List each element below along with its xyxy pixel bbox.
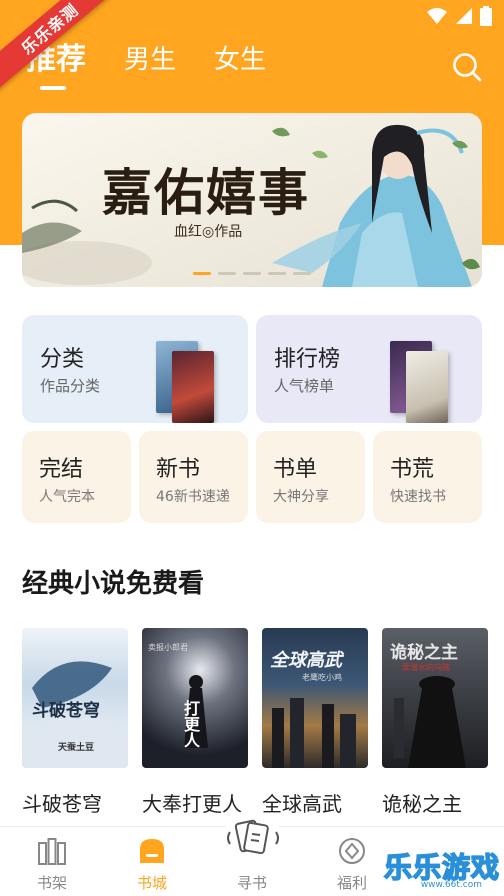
book-thumbnail bbox=[172, 351, 214, 423]
book-thumbnail bbox=[406, 351, 448, 423]
nav-bookstore[interactable]: 书城 bbox=[112, 827, 192, 896]
tab-male[interactable]: 男生 bbox=[124, 40, 176, 80]
finished-card[interactable]: 完结 人气完本 bbox=[22, 431, 131, 523]
benefit-icon bbox=[339, 838, 365, 864]
find-books-card[interactable]: 书荒 快速找书 bbox=[373, 431, 482, 523]
cards-icon bbox=[227, 819, 279, 855]
cover-author: 老鹰吃小鸡 bbox=[302, 673, 342, 682]
book-cover: 诡秘之主 爱潜水的乌贼 bbox=[382, 628, 488, 768]
card-subtitle: 人气完本 bbox=[39, 489, 95, 505]
book-title: 斗破苍穹 bbox=[22, 792, 102, 816]
nav-label: 书城 bbox=[136, 874, 167, 892]
app-screen: 推荐 男生 女生 乐乐亲测 嘉佑嬉事 血红◎作品 分类 作品分类 排行榜 人气榜… bbox=[0, 0, 504, 896]
indicator-dot bbox=[293, 272, 311, 275]
battery-icon bbox=[480, 6, 492, 26]
indicator-dot bbox=[243, 272, 261, 275]
cover-author: 爱潜水的乌贼 bbox=[402, 663, 450, 672]
card-subtitle: 46新书速递 bbox=[156, 489, 230, 505]
banner-carousel[interactable]: 嘉佑嬉事 血红◎作品 bbox=[22, 113, 482, 287]
card-subtitle: 大神分享 bbox=[273, 489, 329, 505]
new-books-card[interactable]: 新书 46新书速递 bbox=[139, 431, 248, 523]
cover-author: 天蚕土豆 bbox=[58, 743, 95, 753]
nav-label: 福利 bbox=[336, 874, 367, 892]
carousel-indicator bbox=[22, 272, 482, 275]
bookstore-icon bbox=[140, 839, 164, 863]
section-title: 经典小说免费看 bbox=[22, 569, 205, 599]
nav-bookshelf[interactable]: 书架 bbox=[12, 827, 92, 896]
cover-title: 诡秘之主 bbox=[390, 643, 458, 663]
cover-title: 打更人 bbox=[181, 700, 200, 748]
tab-female[interactable]: 女生 bbox=[214, 40, 266, 80]
watermark-url: www.66t.com bbox=[420, 880, 482, 890]
book-item[interactable]: 斗破苍穹 天蚕土豆 斗破苍穹 bbox=[22, 628, 128, 817]
book-cover: 打更人 卖报小郎君 bbox=[142, 628, 248, 768]
booklist-card[interactable]: 书单 大神分享 bbox=[256, 431, 365, 523]
indicator-dot bbox=[218, 272, 236, 275]
card-title: 书单 bbox=[273, 457, 318, 482]
indicator-dot bbox=[268, 272, 286, 275]
card-title: 新书 bbox=[156, 457, 201, 482]
nav-label: 书架 bbox=[36, 874, 67, 892]
banner-subtitle: 血红◎作品 bbox=[174, 224, 243, 240]
book-title: 诡秘之主 bbox=[382, 792, 462, 816]
card-title: 排行榜 bbox=[274, 347, 341, 372]
book-item[interactable]: 打更人 卖报小郎君 大奉打更人 bbox=[142, 628, 248, 817]
card-subtitle: 人气榜单 bbox=[274, 377, 335, 395]
card-subtitle: 作品分类 bbox=[40, 377, 101, 395]
cover-title: 斗破苍穹 bbox=[32, 701, 100, 721]
cards-button[interactable] bbox=[222, 812, 284, 874]
card-title: 分类 bbox=[40, 347, 85, 372]
category-card[interactable]: 分类 作品分类 bbox=[22, 315, 248, 423]
cover-author: 卖报小郎君 bbox=[148, 643, 188, 652]
book-cover: 斗破苍穹 天蚕土豆 bbox=[22, 628, 128, 768]
card-title: 书荒 bbox=[390, 457, 435, 482]
nav-label: 寻书 bbox=[236, 874, 267, 892]
book-item[interactable]: 诡秘之主 爱潜水的乌贼 诡秘之主 bbox=[382, 628, 488, 817]
card-title: 完结 bbox=[39, 457, 84, 482]
book-item[interactable]: 全球高武 老鹰吃小鸡 全球高武 bbox=[262, 628, 368, 817]
banner-title: 嘉佑嬉事 bbox=[102, 163, 310, 222]
bookshelf-icon bbox=[38, 838, 66, 865]
search-icon[interactable] bbox=[452, 52, 482, 82]
book-cover: 全球高武 老鹰吃小鸡 bbox=[262, 628, 368, 768]
top-tabs: 推荐 男生 女生 bbox=[26, 40, 266, 90]
indicator-dot bbox=[193, 272, 211, 275]
nav-benefit[interactable]: 福利 bbox=[312, 827, 392, 896]
cover-title: 全球高武 bbox=[270, 650, 342, 671]
card-subtitle: 快速找书 bbox=[390, 489, 446, 505]
wifi-icon bbox=[427, 8, 447, 24]
signal-icon bbox=[456, 8, 472, 24]
ranking-card[interactable]: 排行榜 人气榜单 bbox=[256, 315, 482, 423]
